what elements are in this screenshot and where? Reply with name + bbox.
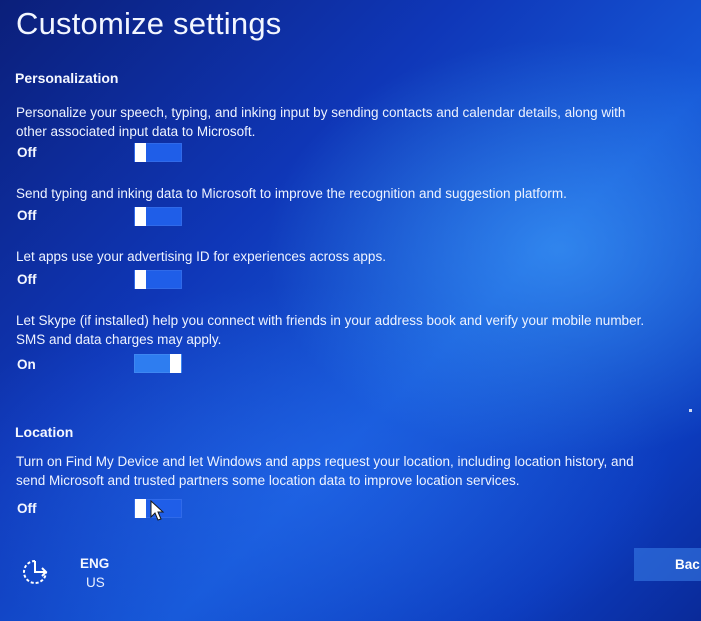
language-code[interactable]: ENG	[80, 556, 109, 571]
setting-typing-inking-toggle[interactable]	[134, 207, 182, 226]
setting-typing-inking-state: Off	[17, 208, 37, 223]
ease-of-access-icon[interactable]	[20, 557, 50, 587]
setting-typing-inking-description: Send typing and inking data to Microsoft…	[16, 186, 567, 201]
toggle-knob	[135, 207, 146, 226]
setting-speech-typing-description: Personalize your speech, typing, and ink…	[16, 105, 626, 139]
setting-advertising-id-toggle[interactable]	[134, 270, 182, 289]
setting-skype-state: On	[17, 357, 36, 372]
decorative-dot	[689, 409, 692, 412]
page-title: Customize settings	[16, 6, 282, 41]
toggle-knob	[135, 270, 146, 289]
back-button[interactable]: Bac	[634, 548, 701, 581]
setting-advertising-id-description: Let apps use your advertising ID for exp…	[16, 249, 386, 264]
setting-skype-description: Let Skype (if installed) help you connec…	[16, 313, 645, 347]
mouse-cursor-icon	[150, 500, 165, 521]
setting-advertising-id-state: Off	[17, 272, 37, 287]
setting-speech-typing-state: Off	[17, 145, 37, 160]
setting-speech-typing-toggle[interactable]	[134, 143, 182, 162]
language-region: US	[86, 575, 105, 590]
toggle-knob	[135, 143, 146, 162]
setting-find-my-device-state: Off	[17, 501, 37, 516]
personalization-heading: Personalization	[15, 70, 119, 86]
setting-find-my-device-description: Turn on Find My Device and let Windows a…	[16, 454, 634, 488]
customize-settings-page: Customize settings Personalization Perso…	[0, 0, 701, 621]
toggle-knob	[135, 499, 146, 518]
toggle-knob	[170, 354, 181, 373]
location-heading: Location	[15, 424, 74, 440]
setting-skype-toggle[interactable]	[134, 354, 182, 373]
